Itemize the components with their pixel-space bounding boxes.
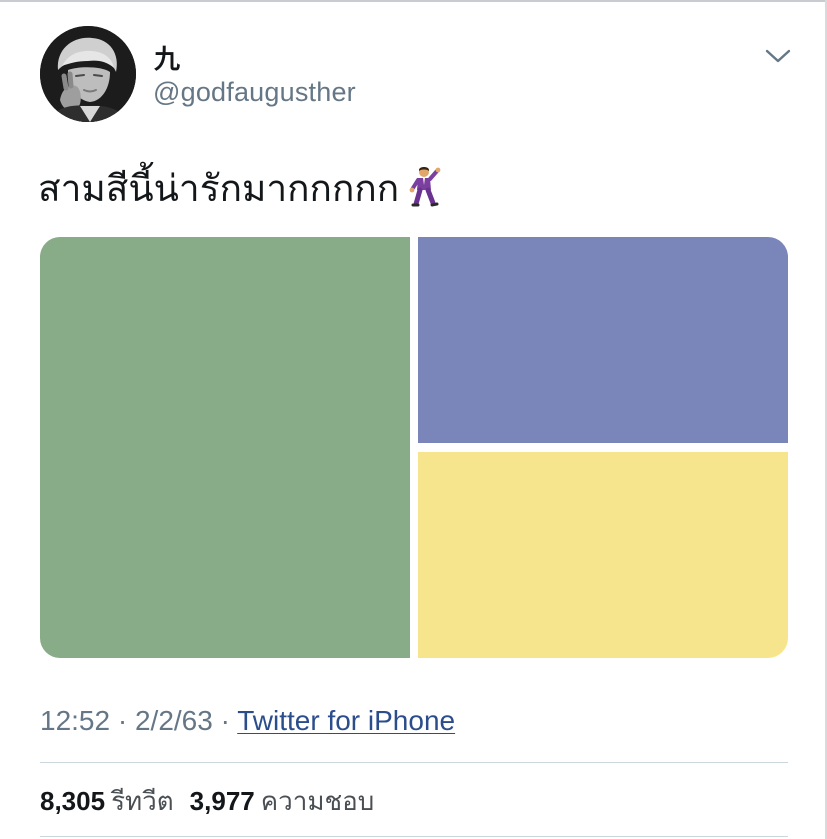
media-tile-green[interactable] (40, 237, 410, 658)
source-link[interactable]: Twitter for iPhone (237, 705, 455, 736)
likes-stat[interactable]: 3,977 ความชอบ (190, 786, 375, 816)
divider (40, 762, 788, 763)
user-handle[interactable]: @godfaugusther (153, 76, 356, 108)
man-dancing-icon (407, 165, 441, 219)
divider (40, 836, 788, 837)
tweet-meta: 12:52 · 2/2/63 · Twitter for iPhone (40, 703, 455, 739)
retweets-label: รีทวีต (111, 786, 174, 816)
display-name[interactable]: 九 (154, 44, 180, 74)
avatar[interactable] (40, 26, 136, 122)
likes-count: 3,977 (189, 786, 255, 816)
tweet-text: สามสีนี้น่ารักมากกกกก (38, 165, 441, 219)
tweet-header: 九 @godfaugusther (40, 26, 800, 122)
media-tile-blue[interactable] (418, 237, 788, 443)
retweets-count: 8,305 (40, 786, 106, 816)
likes-label: ความชอบ (260, 786, 375, 816)
tweet-date[interactable]: 2/2/63 (135, 705, 213, 736)
tweet-time[interactable]: 12:52 (40, 705, 110, 736)
retweets-stat[interactable]: 8,305 รีทวีต (40, 786, 174, 816)
media-tile-yellow[interactable] (418, 452, 788, 658)
meta-separator: · (220, 705, 230, 736)
tweet-text-content: สามสีนี้น่ารักมากกกกก (38, 168, 400, 209)
tweet-card: 九 @godfaugusther สามสีนี้น่ารักมากกกกก 1… (0, 0, 827, 839)
chevron-down-icon[interactable] (764, 46, 792, 66)
meta-separator: · (117, 705, 128, 736)
tweet-stats: 8,305 รีทวีต 3,977 ความชอบ (40, 783, 374, 819)
avatar-photo (40, 26, 136, 122)
media-grid (40, 237, 788, 658)
